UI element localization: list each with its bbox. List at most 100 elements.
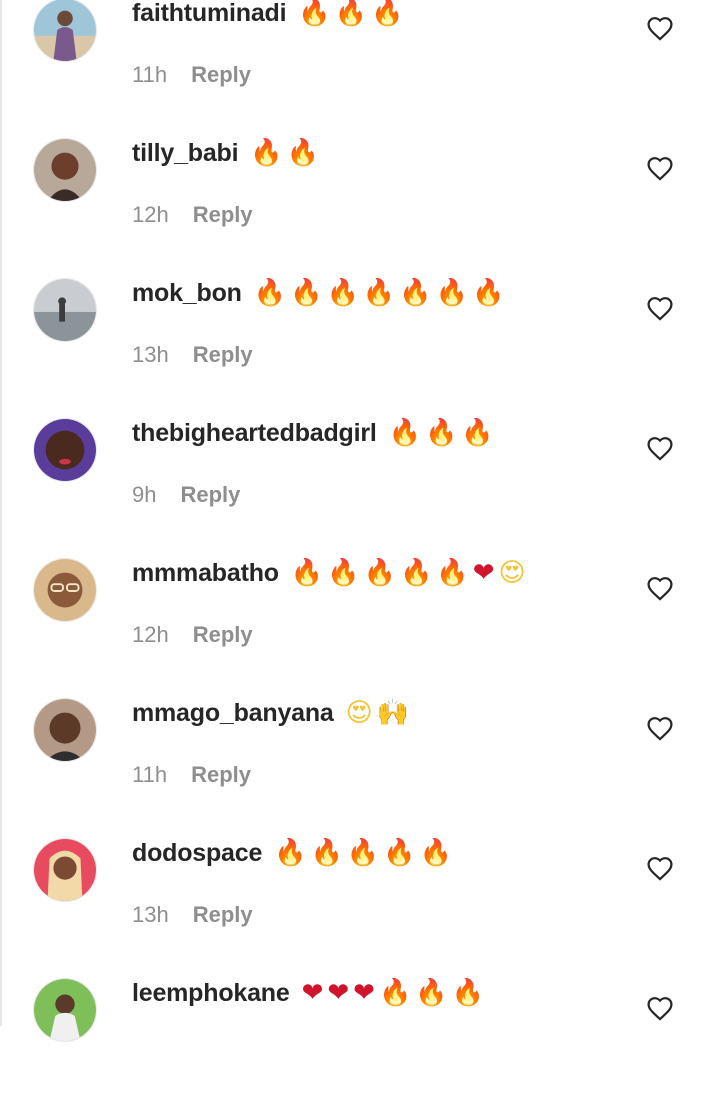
comment-emojis: 🔥🔥🔥 (298, 0, 407, 28)
fire-emoji: 🔥 (371, 0, 408, 28)
fire-emoji: 🔥 (362, 278, 400, 308)
heart-outline-icon[interactable] (646, 155, 674, 181)
username[interactable]: tilly_babi (132, 139, 239, 168)
comment-item: mok_bon 🔥🔥🔥🔥🔥🔥🔥 13h Reply (0, 278, 720, 418)
comment-item: thebigheartedbadgirl 🔥🔥🔥 9h Reply (0, 418, 720, 558)
comment-line: thebigheartedbadgirl 🔥🔥🔥 (132, 418, 498, 448)
timestamp: 11h (132, 762, 168, 787)
comment-emojis: ❤❤❤🔥🔥🔥 (302, 978, 489, 1008)
comment-emojis: 🔥🔥 (250, 138, 323, 168)
heart-outline-icon[interactable] (646, 995, 674, 1021)
avatar[interactable] (33, 0, 97, 62)
heart-outline-icon[interactable] (646, 575, 674, 601)
comment-line: faithtuminadi 🔥🔥🔥 (132, 0, 407, 28)
raising-hands-emoji: 🙌 (376, 698, 414, 728)
comment-line: mok_bon 🔥🔥🔥🔥🔥🔥🔥 (132, 278, 508, 308)
comment-item: leemphokane ❤❤❤🔥🔥🔥 (0, 978, 720, 1118)
fire-emoji: 🔥 (419, 838, 457, 868)
username[interactable]: mmmabatho (132, 559, 279, 588)
fire-emoji: 🔥 (451, 978, 489, 1008)
comment-meta: 12h Reply (132, 622, 253, 648)
username[interactable]: thebigheartedbadgirl (132, 419, 377, 448)
reply-button[interactable]: Reply (191, 762, 251, 788)
reply-button[interactable]: Reply (193, 902, 253, 928)
comment-meta: 13h Reply (132, 342, 253, 368)
fire-emoji: 🔥 (435, 278, 472, 308)
username[interactable]: mmago_banyana (132, 699, 334, 728)
comment-meta: 13h Reply (132, 902, 253, 928)
heart-outline-icon[interactable] (646, 435, 674, 461)
fire-emoji: 🔥 (436, 558, 473, 588)
fire-emoji: 🔥 (286, 138, 324, 168)
username[interactable]: faithtuminadi (132, 0, 287, 28)
fire-emoji: 🔥 (399, 278, 436, 308)
username[interactable]: mok_bon (132, 279, 242, 308)
avatar[interactable] (33, 698, 97, 762)
comment-emojis: 🔥🔥🔥🔥🔥 (274, 838, 456, 868)
heart-eyes-emoji: 😍 (498, 558, 530, 588)
comment-meta: 11h Reply (132, 62, 251, 88)
heart-outline-icon[interactable] (646, 715, 674, 741)
username[interactable]: leemphokane (132, 979, 290, 1008)
avatar[interactable] (33, 978, 97, 1042)
fire-emoji: 🔥 (399, 558, 437, 588)
avatar[interactable] (33, 138, 97, 202)
comment-item: tilly_babi 🔥🔥 12h Reply (0, 138, 720, 278)
heart-outline-icon[interactable] (646, 15, 674, 41)
fire-emoji: 🔥 (346, 838, 384, 868)
fire-emoji: 🔥 (250, 138, 287, 168)
comment-item: faithtuminadi 🔥🔥🔥 11h Reply (0, 0, 720, 138)
username[interactable]: dodospace (132, 839, 262, 868)
reply-button[interactable]: Reply (193, 202, 253, 228)
comment-emojis: 🔥🔥🔥 (389, 418, 498, 448)
fire-emoji: 🔥 (415, 978, 452, 1008)
fire-emoji: 🔥 (378, 978, 416, 1008)
avatar[interactable] (33, 558, 97, 622)
red-heart-emoji: ❤ (301, 978, 328, 1008)
avatar[interactable] (33, 418, 97, 482)
red-heart-emoji: ❤ (472, 558, 499, 588)
heart-outline-icon[interactable] (646, 295, 674, 321)
fire-emoji: 🔥 (298, 0, 335, 28)
reply-button[interactable]: Reply (193, 342, 253, 368)
comment-item: mmmabatho 🔥🔥🔥🔥🔥❤😍 12h Reply (0, 558, 720, 698)
fire-emoji: 🔥 (425, 418, 462, 448)
comment-emojis: 🔥🔥🔥🔥🔥❤😍 (291, 558, 530, 588)
fire-emoji: 🔥 (274, 838, 311, 868)
fire-emoji: 🔥 (334, 0, 372, 28)
comment-line: tilly_babi 🔥🔥 (132, 138, 323, 168)
comment-meta: 9h Reply (132, 482, 240, 508)
fire-emoji: 🔥 (461, 418, 498, 448)
comment-emojis: 😍🙌 (346, 698, 413, 728)
reply-button[interactable]: Reply (191, 62, 251, 88)
fire-emoji: 🔥 (253, 278, 291, 308)
comment-item: mmago_banyana 😍🙌 11h Reply (0, 698, 720, 838)
avatar[interactable] (33, 278, 97, 342)
timestamp: 9h (132, 482, 157, 507)
fire-emoji: 🔥 (383, 838, 420, 868)
fire-emoji: 🔥 (290, 558, 328, 588)
comment-line: dodospace 🔥🔥🔥🔥🔥 (132, 838, 456, 868)
fire-emoji: 🔥 (290, 278, 327, 308)
comment-line: leemphokane ❤❤❤🔥🔥🔥 (132, 978, 488, 1008)
reply-button[interactable]: Reply (180, 482, 240, 508)
heart-outline-icon[interactable] (646, 855, 674, 881)
avatar[interactable] (33, 838, 97, 902)
timestamp: 13h (132, 342, 169, 367)
fire-emoji: 🔥 (363, 558, 400, 588)
fire-emoji: 🔥 (326, 278, 363, 308)
timestamp: 12h (132, 622, 169, 647)
red-heart-emoji: ❤ (353, 978, 379, 1008)
comment-item: dodospace 🔥🔥🔥🔥🔥 13h Reply (0, 838, 720, 978)
fire-emoji: 🔥 (310, 838, 347, 868)
comment-line: mmmabatho 🔥🔥🔥🔥🔥❤😍 (132, 558, 530, 588)
timestamp: 13h (132, 902, 169, 927)
comment-meta: 12h Reply (132, 202, 253, 228)
comment-meta: 11h Reply (132, 762, 251, 788)
timestamp: 12h (132, 202, 169, 227)
fire-emoji: 🔥 (388, 418, 426, 448)
reply-button[interactable]: Reply (193, 622, 253, 648)
comment-emojis: 🔥🔥🔥🔥🔥🔥🔥 (254, 278, 509, 308)
fire-emoji: 🔥 (471, 278, 509, 308)
fire-emoji: 🔥 (327, 558, 364, 588)
